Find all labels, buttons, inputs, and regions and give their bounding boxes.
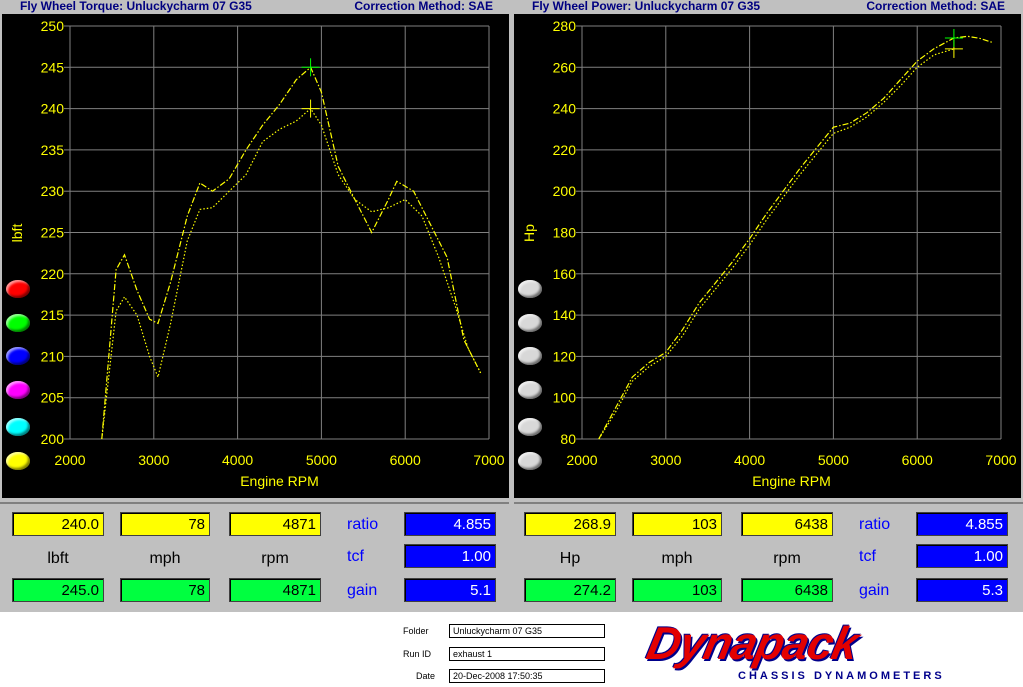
power-unit-mph: mph bbox=[661, 550, 693, 567]
power-gain-label: gain bbox=[859, 582, 890, 599]
y-tick-label: 280 bbox=[553, 18, 577, 34]
y-tick-label: 80 bbox=[560, 431, 576, 447]
color-button-slot-3[interactable] bbox=[518, 347, 542, 365]
x-axis-label: Engine RPM bbox=[752, 473, 831, 489]
y-tick-label: 160 bbox=[553, 266, 577, 282]
y-tick-label: 250 bbox=[41, 18, 65, 34]
y-tick-label: 140 bbox=[553, 307, 577, 323]
x-tick-label: 4000 bbox=[222, 452, 253, 468]
date-label: Date bbox=[416, 671, 436, 681]
power-ratio-value: 4.855 bbox=[916, 512, 1008, 536]
color-button-green[interactable] bbox=[6, 314, 30, 332]
torque-readouts: 240.0 78 4871 ratio 4.855 lbft mph rpm t… bbox=[0, 502, 509, 612]
y-tick-label: 205 bbox=[41, 390, 65, 406]
unit-mph: mph bbox=[149, 550, 181, 567]
series-line-1 bbox=[598, 48, 955, 440]
gain-value: 5.1 bbox=[404, 578, 496, 602]
color-button-yellow[interactable] bbox=[6, 452, 30, 470]
torque-chart: 2000 3000 4000 5000 6000 7000 200 205 210 215 220 2… bbox=[9, 18, 505, 489]
y-tick-label: 220 bbox=[41, 266, 65, 282]
color-button-slot-2[interactable] bbox=[518, 314, 542, 332]
y-axis-label: Hp bbox=[521, 224, 537, 242]
y-axis-label: lbft bbox=[9, 224, 25, 243]
x-tick-label: 3000 bbox=[138, 452, 169, 468]
logo-wordmark: Dynapack bbox=[642, 617, 863, 669]
ratio-label: ratio bbox=[347, 516, 379, 533]
power-chart: 2000 3000 4000 5000 6000 7000 80 100 120 140 160 18… bbox=[521, 18, 1017, 489]
x-tick-label: 2000 bbox=[54, 452, 85, 468]
tcf-label: tcf bbox=[347, 548, 364, 565]
power-panel: Fly Wheel Power: Unluckycharm 07 G35 Cor… bbox=[512, 0, 1023, 500]
power-readouts: 268.9 103 6438 ratio 4.855 Hp mph rpm tc… bbox=[514, 502, 1023, 612]
power-peak-rpm: 6438 bbox=[741, 578, 833, 602]
x-tick-label: 7000 bbox=[985, 452, 1016, 468]
y-tick-label: 210 bbox=[41, 348, 65, 364]
unit-lbft: lbft bbox=[47, 550, 69, 567]
series-line-2 bbox=[598, 35, 993, 440]
gain-label: gain bbox=[347, 582, 378, 599]
x-tick-label: 3000 bbox=[650, 452, 681, 468]
color-button-cyan[interactable] bbox=[6, 418, 30, 436]
y-tick-label: 220 bbox=[553, 142, 577, 158]
power-cursor-rpm: 6438 bbox=[741, 512, 833, 536]
y-tick-label: 200 bbox=[553, 183, 577, 199]
color-button-magenta[interactable] bbox=[6, 381, 30, 399]
logo-subtitle: CHASSIS DYNAMOMETERS bbox=[738, 670, 945, 682]
folder-label: Folder bbox=[403, 626, 429, 636]
runid-field[interactable]: exhaust 1 bbox=[449, 647, 605, 661]
y-tick-label: 180 bbox=[553, 225, 577, 241]
y-tick-label: 260 bbox=[553, 59, 577, 75]
y-tick-label: 240 bbox=[553, 101, 577, 117]
color-button-blue[interactable] bbox=[6, 347, 30, 365]
power-gain-value: 5.3 bbox=[916, 578, 1008, 602]
power-peak-value: 274.2 bbox=[524, 578, 616, 602]
power-tcf-value: 1.00 bbox=[916, 544, 1008, 568]
unit-rpm: rpm bbox=[261, 550, 289, 567]
color-button-slot-5[interactable] bbox=[518, 418, 542, 436]
y-tick-label: 240 bbox=[41, 101, 65, 117]
color-button-red[interactable] bbox=[6, 280, 30, 298]
y-tick-label: 200 bbox=[41, 431, 65, 447]
x-tick-label: 2000 bbox=[566, 452, 597, 468]
power-cursor-mph: 103 bbox=[632, 512, 722, 536]
y-tick-label: 230 bbox=[41, 183, 65, 199]
torque-peak-value: 245.0 bbox=[12, 578, 104, 602]
y-tick-label: 235 bbox=[41, 142, 65, 158]
torque-cursor-rpm: 4871 bbox=[229, 512, 321, 536]
y-tick-label: 100 bbox=[553, 390, 577, 406]
x-tick-label: 6000 bbox=[902, 452, 933, 468]
color-button-slot-6[interactable] bbox=[518, 452, 542, 470]
color-button-slot-1[interactable] bbox=[518, 280, 542, 298]
dynapack-logo: Dynapack CHASSIS DYNAMOMETERS bbox=[642, 617, 1008, 684]
power-peak-mph: 103 bbox=[632, 578, 722, 602]
tcf-value: 1.00 bbox=[404, 544, 496, 568]
x-tick-label: 6000 bbox=[390, 452, 421, 468]
date-field[interactable]: 20-Dec-2008 17:50:35 bbox=[449, 669, 605, 683]
torque-peak-rpm: 4871 bbox=[229, 578, 321, 602]
y-tick-label: 215 bbox=[41, 307, 65, 323]
power-tcf-label: tcf bbox=[859, 548, 876, 565]
power-unit-rpm: rpm bbox=[773, 550, 801, 567]
torque-cursor-mph: 78 bbox=[120, 512, 210, 536]
runid-label: Run ID bbox=[403, 649, 432, 659]
x-tick-label: 4000 bbox=[734, 452, 765, 468]
y-tick-label: 225 bbox=[41, 225, 65, 241]
power-ratio-label: ratio bbox=[859, 516, 891, 533]
folder-field[interactable]: Unluckycharm 07 G35 bbox=[449, 624, 605, 638]
color-button-slot-4[interactable] bbox=[518, 381, 542, 399]
torque-panel: Fly Wheel Torque: Unluckycharm 07 G35 Co… bbox=[0, 0, 511, 500]
x-axis-label: Engine RPM bbox=[240, 473, 319, 489]
power-cursor-value: 268.9 bbox=[524, 512, 616, 536]
y-tick-label: 120 bbox=[553, 348, 577, 364]
torque-peak-mph: 78 bbox=[120, 578, 210, 602]
x-tick-label: 7000 bbox=[473, 452, 504, 468]
x-tick-label: 5000 bbox=[306, 452, 337, 468]
y-tick-label: 245 bbox=[41, 59, 65, 75]
torque-cursor-value: 240.0 bbox=[12, 512, 104, 536]
ratio-value: 4.855 bbox=[404, 512, 496, 536]
unit-hp: Hp bbox=[559, 550, 581, 567]
x-tick-label: 5000 bbox=[818, 452, 849, 468]
